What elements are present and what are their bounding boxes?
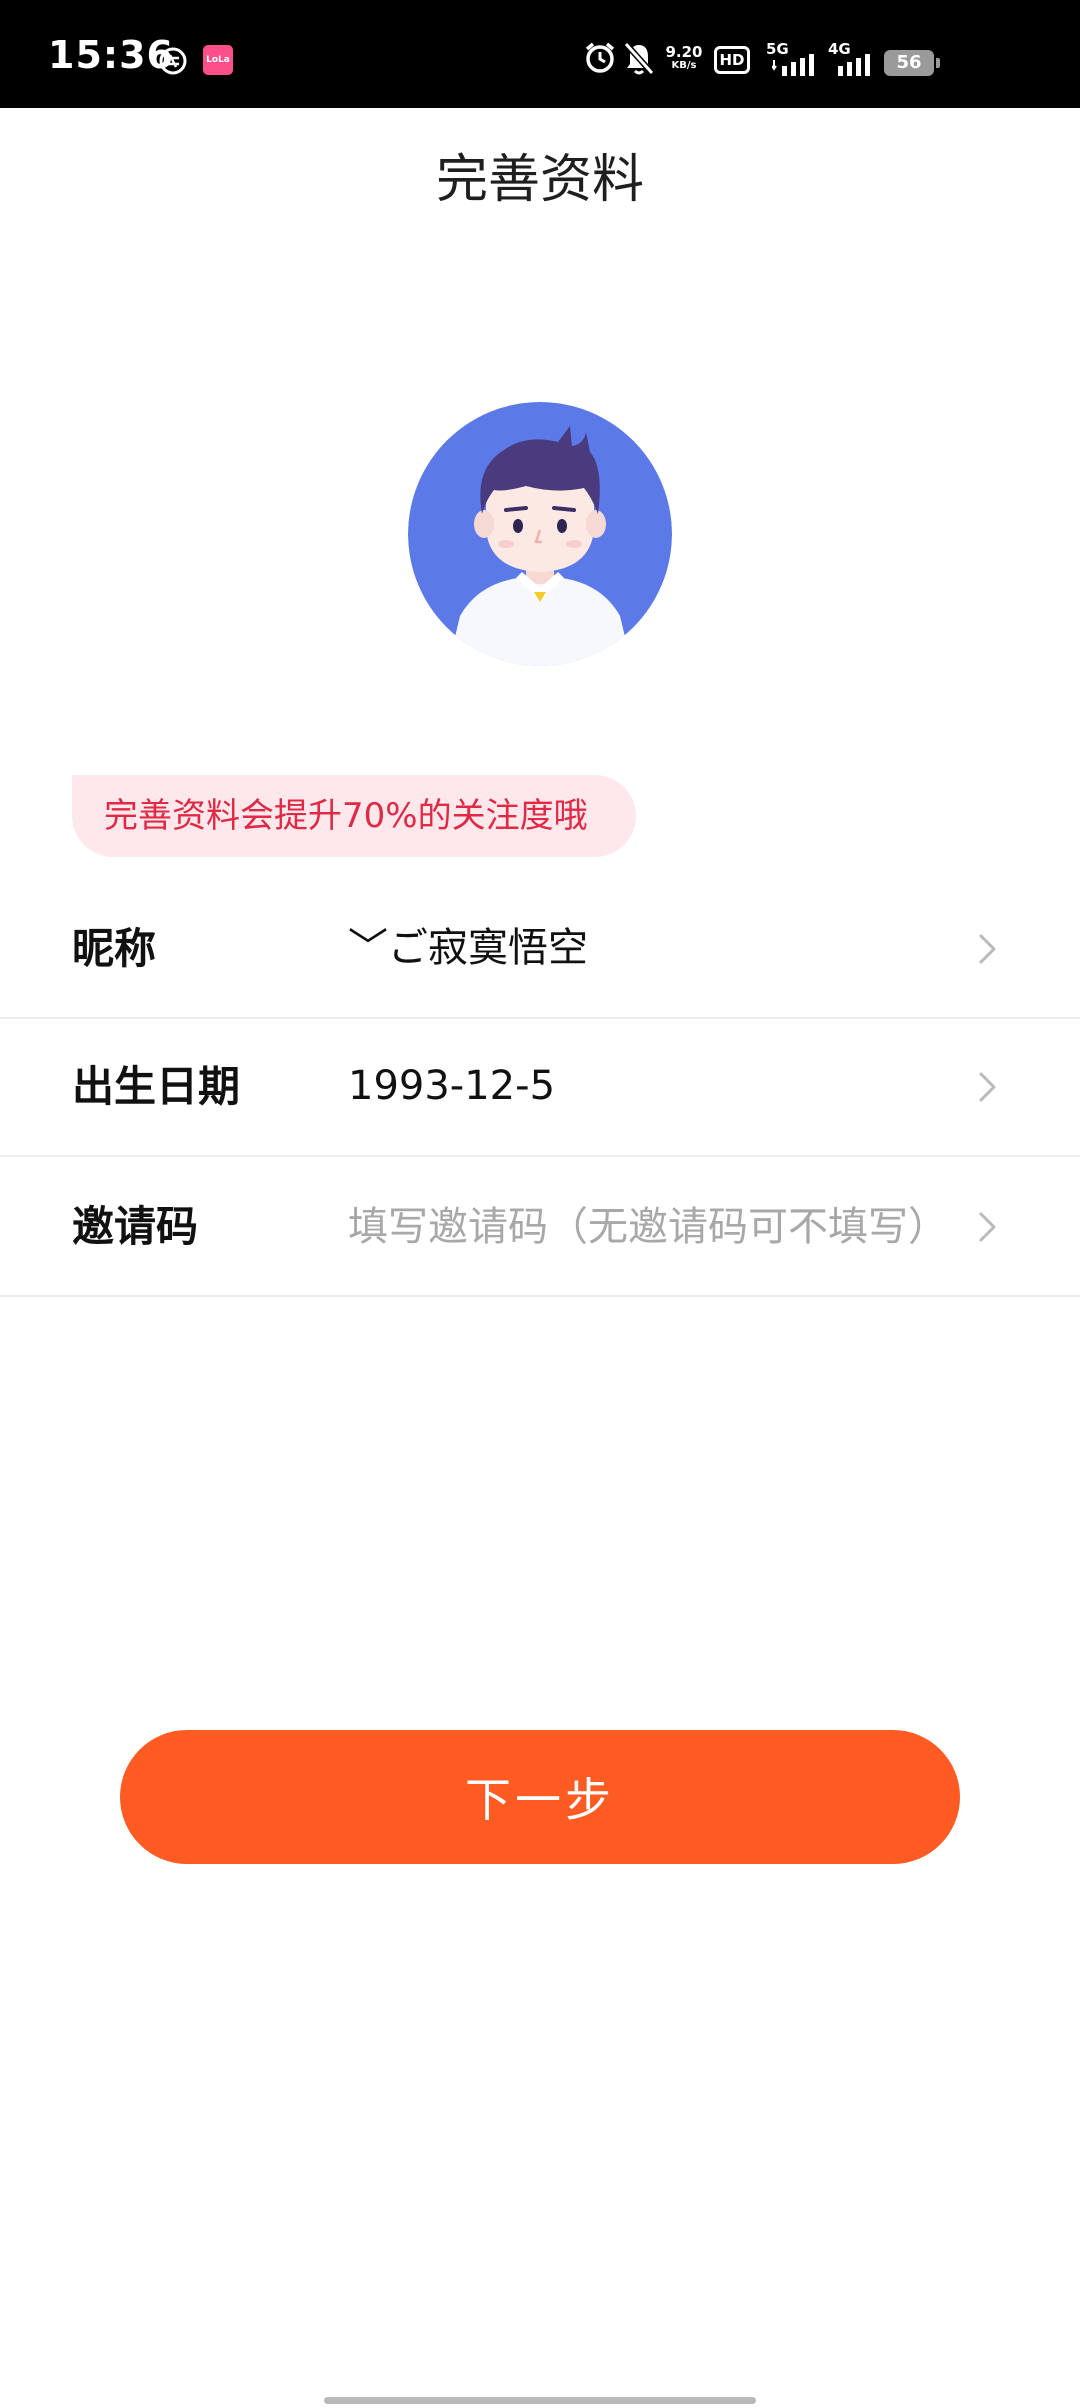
signal-strength-icon-sim1	[772, 54, 814, 76]
next-step-button[interactable]: 下一步	[120, 1730, 960, 1864]
invite-code-input[interactable]	[348, 1192, 923, 1262]
network-speed-value: 9.20	[665, 43, 703, 61]
home-indicator[interactable]	[324, 2397, 756, 2404]
profile-tip-badge: 完善资料会提升70%的关注度哦	[72, 775, 636, 857]
birthday-value: 1993-12-5	[348, 1063, 556, 1109]
battery-icon: 56	[884, 50, 940, 76]
invite-code-label: 邀请码	[72, 1202, 199, 1251]
silent-bell-icon	[623, 41, 655, 76]
invite-code-row[interactable]: 邀请码	[0, 1158, 1080, 1297]
alarm-icon	[585, 42, 615, 73]
status-time: 15:36	[48, 33, 174, 77]
chevron-right-icon	[979, 1072, 996, 1102]
network-speed-unit: KB/s	[671, 60, 697, 71]
chevron-right-icon	[979, 934, 996, 964]
app-notification-icon	[159, 47, 187, 75]
avatar-illustration	[408, 402, 672, 666]
chevron-right-icon	[979, 1212, 996, 1242]
network-speed: 9.20 KB/s	[664, 44, 704, 72]
status-bar: 15:36 LoLa 9.20 KB/s HD 5G 4G 56	[0, 0, 1080, 108]
signal-strength-icon-sim2	[838, 54, 870, 76]
birthday-row[interactable]: 出生日期 1993-12-5	[0, 1018, 1080, 1157]
page-title: 完善资料	[435, 150, 644, 210]
nickname-value: ﹀ご寂寞悟空	[348, 925, 588, 971]
nickname-row[interactable]: 昵称 ﹀ご寂寞悟空	[0, 880, 1080, 1019]
birthday-label: 出生日期	[72, 1062, 241, 1111]
nickname-label: 昵称	[72, 924, 157, 973]
hd-voice-icon: HD	[714, 46, 750, 74]
lola-app-icon: LoLa	[203, 45, 233, 75]
avatar[interactable]	[408, 402, 672, 666]
